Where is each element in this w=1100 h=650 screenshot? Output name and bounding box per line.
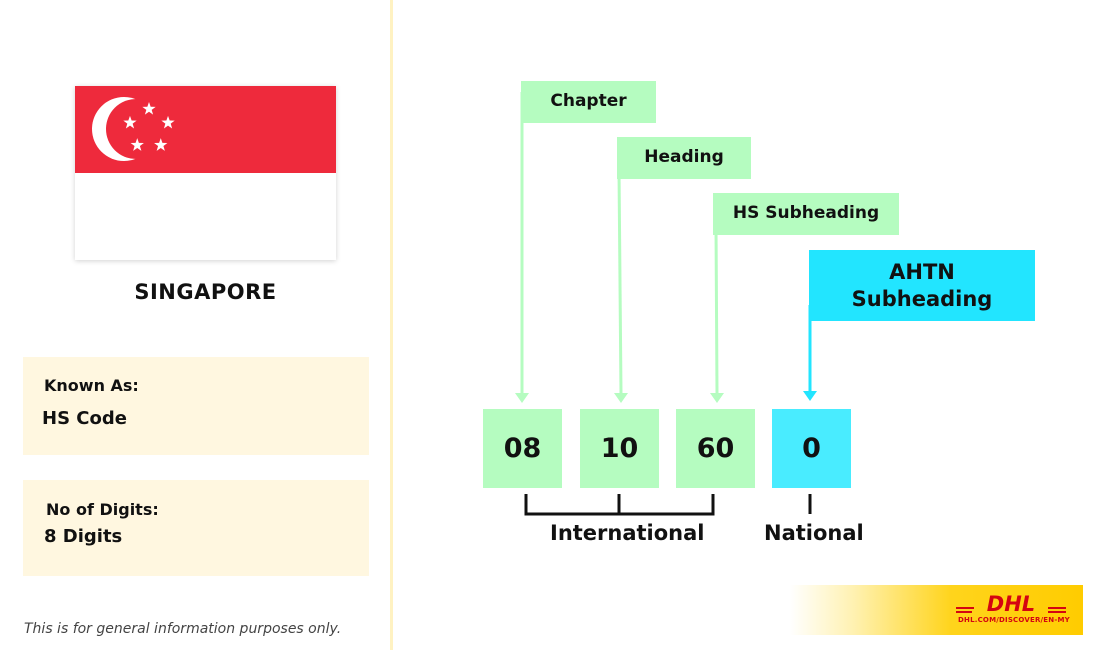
heading-label: Heading: [617, 137, 751, 179]
chapter-label: Chapter: [521, 81, 656, 123]
arrow-down-icon: [614, 393, 628, 403]
dhl-url[interactable]: DHL.COM/DISCOVER/EN-MY: [958, 616, 1070, 624]
digit-box-chapter: 08: [483, 409, 562, 488]
hs-subheading-connector: [714, 224, 719, 395]
digit-box-ahtn: 0: [772, 409, 851, 488]
national-label: National: [764, 521, 864, 545]
dhl-logo-text: DHL: [987, 593, 1035, 615]
heading-connector: [617, 169, 623, 395]
dhl-logo-icon: DHL: [956, 593, 1066, 615]
digit-box-hs-subheading: 60: [676, 409, 755, 488]
arrow-down-icon: [803, 391, 817, 401]
hs-subheading-label: HS Subheading: [713, 193, 899, 235]
arrow-down-icon: [515, 393, 529, 403]
international-label: International: [550, 521, 705, 545]
digit-box-heading: 10: [580, 409, 659, 488]
dhl-banner[interactable]: DHL DHL.COM/DISCOVER/EN-MY: [790, 585, 1083, 635]
ahtn-subheading-label: AHTN Subheading: [809, 250, 1035, 321]
arrow-down-icon: [710, 393, 724, 403]
